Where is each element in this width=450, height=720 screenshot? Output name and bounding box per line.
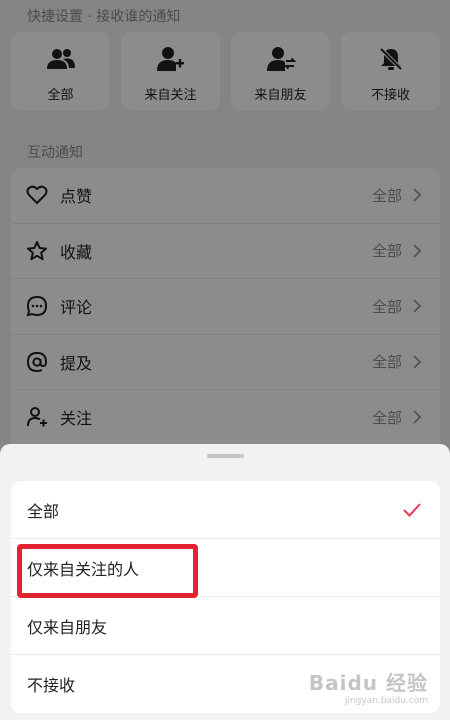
sheet-drag-handle[interactable] — [207, 454, 244, 458]
option-label: 仅来自朋友 — [27, 617, 108, 637]
option-label: 全部 — [27, 501, 60, 521]
option-all[interactable]: 全部 — [11, 481, 440, 539]
watermark-text: Baidu 经验 — [308, 671, 428, 695]
option-following-only[interactable]: 仅来自关注的人 — [11, 539, 440, 597]
watermark-sub: jingyan.baidu.com — [344, 696, 428, 706]
watermark: Baidu 经验 jingyan.baidu.com — [309, 667, 428, 706]
checkmark-icon — [403, 502, 421, 517]
notification-settings-screen: 快捷设置 · 接收谁的通知 全部 来自关注 来自朋友 不接收 互动通知 点赞 全… — [0, 0, 450, 720]
option-friends-only[interactable]: 仅来自朋友 — [11, 597, 440, 655]
option-label: 仅来自关注的人 — [27, 559, 140, 579]
